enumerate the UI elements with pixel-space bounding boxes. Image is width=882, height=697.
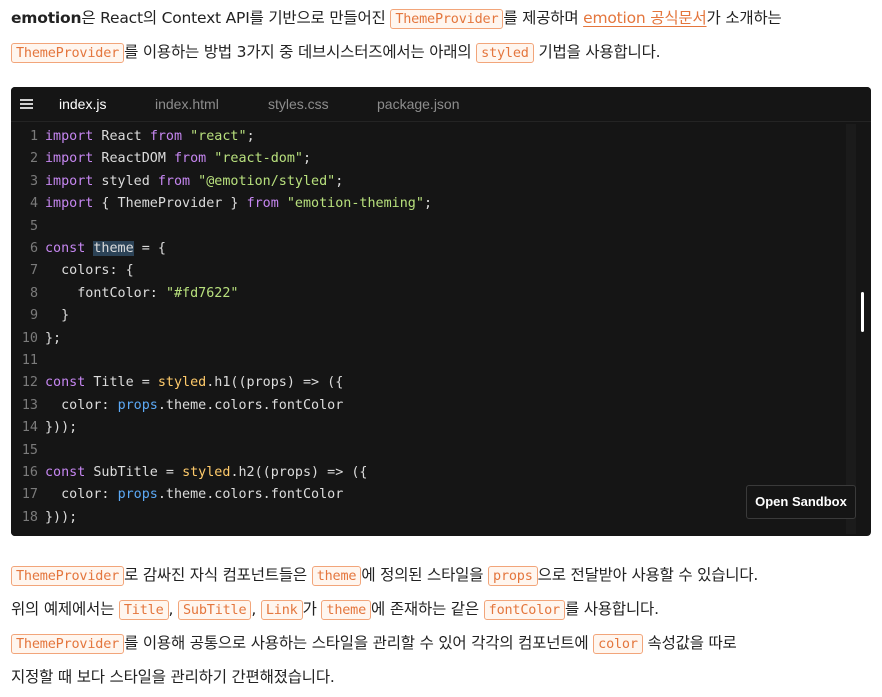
outro-text: 으로 전달받아 사용할 수 있습니다. xyxy=(537,566,759,584)
inline-code: SubTitle xyxy=(177,600,252,620)
intro-text: 가 소개하는 xyxy=(706,9,782,27)
code-line: 1 import React from "react"; xyxy=(29,129,255,144)
inline-code: Link xyxy=(260,600,303,620)
outro-line-3: ThemeProvider 를 이용해 공통으로 사용하는 스타일을 관리할 수 … xyxy=(11,627,874,661)
tab-package-json[interactable]: package.json xyxy=(377,87,460,121)
inline-code: theme xyxy=(311,566,362,586)
intro-line-1: emotion은 React의 Context API를 기반으로 만들어진 T… xyxy=(11,2,874,36)
tab-index-js[interactable]: index.js xyxy=(44,87,122,121)
sandbox-tab-bar: index.js index.html styles.css package.j… xyxy=(11,87,871,122)
code-line: 15 xyxy=(21,442,38,458)
outro-text: 를 이용해 공통으로 사용하는 스타일을 관리할 수 있어 각각의 컴포넌트에 xyxy=(124,634,594,652)
outro-text: , xyxy=(251,600,261,618)
code-line: 9 } xyxy=(29,308,70,324)
outro-text: 로 감싸진 자식 컴포넌트들은 xyxy=(124,566,312,584)
code-line: 6 const theme = { xyxy=(29,241,166,256)
intro-text: 은 React의 Context API를 기반으로 만들어진 xyxy=(81,9,391,27)
code-line: 18})); xyxy=(21,509,78,525)
code-line: 8 fontColor: "#fd7622" xyxy=(29,285,239,301)
outro-line-2: 위의 예제에서는 Title, SubTitle, Link 가 theme 에 존… xyxy=(11,593,874,627)
outro-text: 속성값을 따로 xyxy=(642,634,737,652)
inline-code: props xyxy=(488,566,538,586)
code-line: 2 import ReactDOM from "react-dom"; xyxy=(29,151,312,167)
emotion-docs-link[interactable]: emotion 공식문서 xyxy=(583,9,707,27)
outro-text: 가 xyxy=(302,600,322,618)
intro-line-2: ThemeProvider 를 이용하는 방법 3가지 중 데브시스터즈에서는 아… xyxy=(11,36,874,70)
code-line: 13 color: props.theme.colors.fontColor xyxy=(21,397,344,413)
outro-line-4: 지정할 때 보다 스타일을 관리하기 간편해졌습니다. xyxy=(11,661,874,695)
intro-text: 기법을 사용합니다. xyxy=(533,43,661,61)
inline-code: ThemeProvider xyxy=(390,9,504,29)
code-line: 5 xyxy=(29,218,38,234)
outro-text: 를 사용합니다. xyxy=(565,600,659,618)
outro-text: 지정할 때 보다 스타일을 관리하기 간편해졌습니다. xyxy=(11,668,335,686)
outro-text: 에 존재하는 같은 xyxy=(371,600,484,618)
outro-line-1: ThemeProvider 로 감싸진 자식 컴포넌트들은 theme 에 정의된 … xyxy=(11,559,874,593)
inline-code: ThemeProvider xyxy=(11,566,125,586)
code-line: 16 const SubTitle = styled.h2((props) => … xyxy=(21,465,368,480)
intro-text: 를 이용하는 방법 3가지 중 데브시스터즈에서는 아래의 xyxy=(124,43,477,61)
intro-text: 를 제공하며 xyxy=(503,9,584,27)
inline-code: fontColor xyxy=(483,600,565,620)
code-line: 10}; xyxy=(21,330,62,346)
editor-scrollbar-thumb[interactable] xyxy=(861,292,864,332)
outro-text: 위의 예제에서는 xyxy=(11,600,119,618)
code-line: 4 import { ThemeProvider } from "emotion-… xyxy=(29,196,432,212)
code-line: 11 xyxy=(21,353,38,368)
inline-code: ThemeProvider xyxy=(11,634,125,654)
inline-code: styled xyxy=(476,43,534,63)
menu-icon[interactable] xyxy=(20,99,33,109)
inline-code: Title xyxy=(118,600,169,620)
code-line: 7 colors: { xyxy=(29,263,134,279)
code-line: 14})); xyxy=(21,420,78,436)
code-line: 17 color: props.theme.colors.fontColor xyxy=(21,487,344,503)
code-editor[interactable]: 1 import React from "react"; 2 import Reac… xyxy=(11,122,855,536)
editor-scrollbar-track[interactable] xyxy=(846,124,856,534)
code-line: 12 const Title = styled.h1((props) => ({ xyxy=(21,375,344,391)
open-sandbox-button[interactable]: Open Sandbox xyxy=(746,485,856,519)
inline-code: ThemeProvider xyxy=(11,43,125,63)
tab-styles-css[interactable]: styles.css xyxy=(268,87,329,121)
tab-index-html[interactable]: index.html xyxy=(155,87,219,121)
outro-text: 에 정의된 스타일을 xyxy=(361,566,489,584)
code-line: 3 import styled from "@emotion/styled"; xyxy=(29,173,344,189)
brand-text: emotion xyxy=(11,9,82,27)
outro-text: , xyxy=(168,600,178,618)
inline-code: theme xyxy=(321,600,372,620)
code-sandbox-embed: index.js index.html styles.css package.j… xyxy=(11,87,871,536)
inline-code: color xyxy=(593,634,643,654)
